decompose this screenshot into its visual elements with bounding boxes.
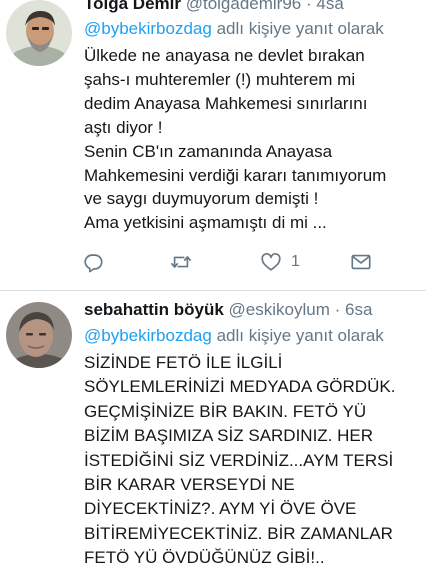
avatar-photo — [6, 302, 72, 368]
tweet-text-line: Mahkemesini verdiği kararı tanımıyorum — [84, 165, 387, 185]
tweet-text-line: SÖYLEMLERİNİZİ MEDYADA GÖRDÜK. — [84, 377, 396, 397]
tweet-card[interactable]: sebahattin böyük @eskikoylum · 6sa @bybe… — [0, 290, 426, 576]
tweet-actions: 1 — [84, 250, 416, 276]
separator-dot: · — [306, 0, 312, 13]
tweet-text-line: DİYECEKTİNİZ?. AYM Yİ ÖVE ÖVE — [84, 499, 357, 519]
reply-context-label: adlı kişiye yanıt olarak — [211, 19, 384, 38]
tweet-text-line: İSTEDİĞİNİ SİZ VERDİNİZ...AYM TERSİ — [84, 450, 394, 470]
user-handle[interactable]: @tolgademir96 — [186, 0, 302, 13]
user-handle[interactable]: @eskikoylum — [229, 300, 330, 319]
tweet-text-line: şahs-ı muhteremler (!) muhterem mi — [84, 69, 356, 89]
retweet-button[interactable] — [170, 250, 192, 274]
tweet-text-line: FETÖ YÜ ÖVDÜĞÜNÜZ GİBİ!.. — [84, 548, 325, 568]
mail-icon — [351, 254, 371, 270]
mention-link[interactable]: @bybekirbozdag — [84, 19, 212, 38]
separator-dot: · — [334, 300, 341, 319]
retweet-icon — [171, 256, 191, 268]
tweet-text-line: aştı diyor ! — [84, 117, 163, 137]
direct-message-button[interactable] — [350, 250, 372, 274]
tweet-header: sebahattin böyük @eskikoylum · 6sa — [84, 300, 422, 320]
avatar[interactable] — [6, 0, 72, 66]
tweet-text-line: ve saygı duymuyorum demişti ! — [84, 189, 319, 209]
tweet-text-line: BİTİREMİYECEKTİNİZ. BİR ZAMANLAR — [84, 523, 393, 543]
tweet-text-line: Senin CB'ın zamanında Anayasa — [84, 141, 333, 161]
heart-icon — [261, 253, 281, 271]
tweet-text-line: dedim Anayasa Mahkemesi sınırlarını — [84, 93, 368, 113]
tweet-text-line: Ülkede ne anayasa ne devlet bırakan — [84, 46, 365, 65]
mention-link[interactable]: @bybekirbozdag — [84, 326, 212, 345]
display-name[interactable]: sebahattin böyük — [84, 300, 224, 319]
tweet-header: Tolga Demir @tolgademir96 · 4sa — [84, 0, 422, 14]
tweet-card[interactable]: Tolga Demir @tolgademir96 · 4sa @bybekir… — [0, 0, 426, 284]
tweet-text-line: Ama yetkisini aşmamıştı di mi ... — [84, 213, 327, 233]
avatar-photo — [6, 0, 72, 66]
tweet-text-line: BİZİM BAŞIMIZA SİZ SARDINIZ. HER — [84, 426, 374, 446]
like-button[interactable]: 1 — [260, 250, 300, 274]
reply-context: @bybekirbozdag adlı kişiye yanıt olarak — [84, 18, 422, 40]
tweet-age[interactable]: 6sa — [345, 300, 372, 319]
tweet-text-line: GEÇMİŞİNİZE BİR BAKIN. FETÖ YÜ — [84, 401, 367, 421]
tweet-text-line: BİR KARAR VERSEYDİ NE — [84, 475, 295, 495]
reply-button[interactable] — [82, 250, 104, 274]
display-name[interactable]: Tolga Demir — [84, 0, 181, 13]
tweet-text: SİZİNDE FETÖ İLE İLGİLİ SÖYLEMLERİNİZİ M… — [84, 351, 422, 571]
tweet-age[interactable]: 4sa — [316, 0, 343, 13]
reply-icon — [84, 254, 103, 273]
tweet-text-line: SİZİNDE FETÖ İLE İLGİLİ — [84, 353, 283, 372]
reply-context: @bybekirbozdag adlı kişiye yanıt olarak — [84, 325, 422, 347]
like-count: 1 — [291, 253, 300, 270]
avatar[interactable] — [6, 302, 72, 368]
tweet-text: Ülkede ne anayasa ne devlet bırakan şahs… — [84, 44, 422, 235]
reply-context-label: adlı kişiye yanıt olarak — [211, 326, 384, 345]
